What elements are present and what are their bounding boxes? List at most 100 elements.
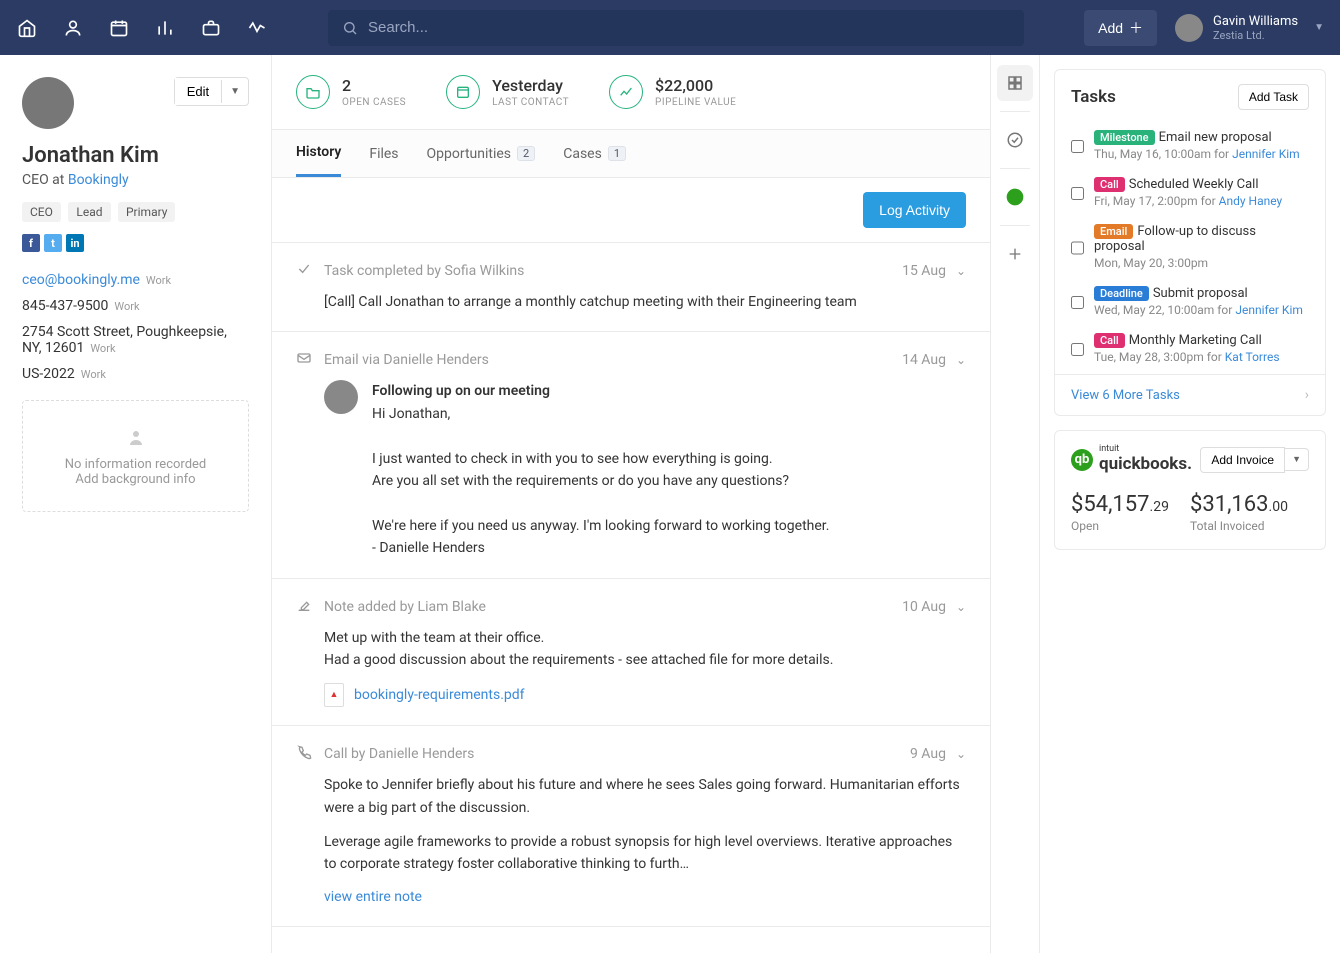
facebook-icon[interactable]: f — [22, 234, 40, 252]
task-title: Scheduled Weekly Call — [1129, 177, 1259, 192]
view-more-tasks-link[interactable]: View 6 More Tasks — [1071, 388, 1180, 403]
task-checkbox[interactable] — [1071, 335, 1084, 364]
task-row: Milestone Email new proposal Thu, May 16,… — [1055, 124, 1325, 171]
task-subtitle: Fri, May 17, 2:00pm for Andy Haney — [1094, 194, 1309, 208]
home-icon[interactable] — [16, 17, 38, 39]
person-icon[interactable] — [62, 17, 84, 39]
user-name: Gavin Williams — [1213, 14, 1298, 29]
user-menu[interactable]: Gavin Williams Zestia Ltd. ▼ — [1175, 14, 1324, 42]
task-checkbox[interactable] — [1071, 288, 1084, 317]
task-title: Submit proposal — [1153, 286, 1248, 301]
right-panel: Tasks Add Task MilestoneEmail new propos… — [1040, 55, 1340, 953]
quickbooks-logo: qb intuitquickbooks. — [1071, 445, 1192, 474]
chevron-down-icon[interactable]: ⌄ — [956, 747, 966, 761]
background-info-placeholder[interactable]: No information recorded Add background i… — [22, 400, 249, 512]
quickbooks-icon[interactable] — [997, 179, 1033, 215]
add-invoice-button[interactable]: Add Invoice ▼ — [1200, 447, 1309, 473]
chevron-down-icon[interactable]: ⌄ — [956, 600, 966, 614]
task-title: Monthly Marketing Call — [1129, 333, 1262, 348]
task-row: Deadline Submit proposal Wed, May 22, 10:… — [1055, 280, 1325, 327]
tab-files[interactable]: Files — [369, 130, 398, 177]
trend-icon — [609, 75, 643, 109]
assignee-link[interactable]: Jennifer Kim — [1235, 303, 1303, 317]
plus-icon: ＋ — [1129, 18, 1143, 38]
assignee-link[interactable]: Kat Torres — [1225, 350, 1280, 364]
briefcase-icon[interactable] — [200, 17, 222, 39]
phone-icon — [296, 744, 314, 764]
user-org: Zestia Ltd. — [1213, 29, 1298, 42]
add-button[interactable]: Add＋ — [1084, 10, 1157, 46]
log-activity-button[interactable]: Log Activity — [863, 192, 966, 228]
check-icon — [296, 261, 314, 281]
edit-icon — [296, 597, 314, 617]
sender-avatar — [324, 380, 358, 414]
feed-item-email: Email via Danielle Henders 14 Aug ⌄ Foll… — [272, 332, 990, 578]
task-checkbox[interactable] — [1071, 179, 1084, 208]
extra-field: US-2022Work — [22, 366, 249, 382]
phone-field: 845-437-9500Work — [22, 298, 249, 314]
task-checkbox[interactable] — [1071, 226, 1084, 270]
feed-item-task: Task completed by Sofia Wilkins 15 Aug ⌄… — [272, 243, 990, 332]
tag[interactable]: Lead — [68, 202, 110, 222]
activity-icon[interactable] — [246, 17, 268, 39]
right-rail — [990, 55, 1040, 953]
search-input[interactable] — [368, 19, 1010, 36]
calendar-icon — [446, 75, 480, 109]
task-badge: Deadline — [1094, 286, 1149, 301]
tag[interactable]: Primary — [118, 202, 175, 222]
company-link[interactable]: Bookingly — [68, 172, 129, 188]
task-badge: Call — [1094, 177, 1125, 192]
task-subtitle: Thu, May 16, 10:00am for Jennifer Kim — [1094, 147, 1309, 161]
add-task-button[interactable]: Add Task — [1238, 84, 1309, 110]
chevron-down-icon[interactable]: ⌄ — [956, 264, 966, 278]
global-search[interactable] — [328, 10, 1024, 46]
top-navbar: Add＋ Gavin Williams Zestia Ltd. ▼ — [0, 0, 1340, 55]
open-amount: $54,157.29 — [1071, 492, 1190, 517]
calendar-icon[interactable] — [108, 17, 130, 39]
contact-sidebar: Edit ▼ Jonathan Kim CEO at Bookingly CEO… — [0, 55, 272, 953]
contact-name: Jonathan Kim — [22, 143, 249, 168]
task-subtitle: Wed, May 22, 10:00am for Jennifer Kim — [1094, 303, 1309, 317]
metric-open-cases: 2Open Cases — [296, 75, 406, 109]
task-checkbox[interactable] — [1071, 132, 1084, 161]
linkedin-icon[interactable]: in — [66, 234, 84, 252]
chevron-down-icon[interactable]: ⌄ — [956, 353, 966, 367]
twitter-icon[interactable]: t — [44, 234, 62, 252]
plus-icon[interactable] — [997, 236, 1033, 272]
task-row: Call Scheduled Weekly Call Fri, May 17, 2… — [1055, 171, 1325, 218]
chevron-down-icon[interactable]: ▼ — [1285, 448, 1309, 471]
invoiced-amount: $31,163.00 — [1190, 492, 1309, 517]
task-row: CallMonthly Marketing Call Tue, May 28, … — [1055, 327, 1325, 374]
checkmark-circle-icon[interactable] — [997, 122, 1033, 158]
feed-item-note: Note added by Liam Blake 10 Aug ⌄ Met up… — [272, 579, 990, 727]
quickbooks-card: qb intuitquickbooks. Add Invoice ▼ $54,1… — [1054, 430, 1326, 550]
task-title: Email new proposal — [1159, 130, 1272, 145]
feed-item-call: Call by Danielle Henders 9 Aug ⌄ Spoke t… — [272, 726, 990, 927]
tasks-card: Tasks Add Task MilestoneEmail new propos… — [1054, 69, 1326, 416]
metric-pipeline: $22,000Pipeline Value — [609, 75, 736, 109]
address-field: 2754 Scott Street, Poughkeepsie, NY, 126… — [22, 324, 249, 356]
tab-cases[interactable]: Cases1 — [563, 130, 626, 177]
chevron-right-icon: › — [1305, 387, 1309, 403]
tab-opportunities[interactable]: Opportunities2 — [427, 130, 536, 177]
task-subtitle: Tue, May 28, 3:00pm for Kat Torres — [1094, 350, 1309, 364]
attachment[interactable]: ▲ bookingly-requirements.pdf — [324, 683, 966, 707]
chevron-down-icon: ▼ — [1314, 22, 1324, 33]
grid-icon[interactable] — [997, 65, 1033, 101]
activity-panel: 2Open Cases YesterdayLast Contact $22,00… — [272, 55, 990, 953]
pdf-icon: ▲ — [324, 683, 344, 707]
view-entire-note-link[interactable]: view entire note — [324, 886, 422, 908]
task-badge: Email — [1094, 224, 1133, 239]
chevron-down-icon[interactable]: ▼ — [221, 80, 248, 103]
task-row: EmailFollow-up to discuss proposal Mon, … — [1055, 218, 1325, 280]
contact-avatar — [22, 77, 74, 129]
task-badge: Milestone — [1094, 130, 1155, 145]
assignee-link[interactable]: Jennifer Kim — [1232, 147, 1300, 161]
tab-history[interactable]: History — [296, 130, 341, 177]
activity-tabs: History Files Opportunities2 Cases1 — [272, 130, 990, 178]
reports-icon[interactable] — [154, 17, 176, 39]
tag[interactable]: CEO — [22, 202, 61, 222]
edit-contact-button[interactable]: Edit ▼ — [174, 77, 249, 106]
contact-role: CEO at Bookingly — [22, 172, 249, 188]
assignee-link[interactable]: Andy Haney — [1219, 194, 1283, 208]
